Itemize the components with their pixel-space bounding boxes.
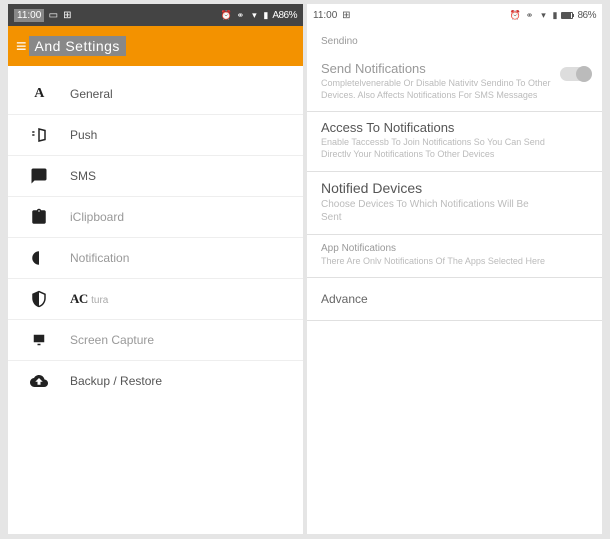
app-indicator-icon: ⊞ [62, 10, 72, 20]
menu-item-ac[interactable]: AC tura [8, 279, 303, 320]
hamburger-icon[interactable]: ≡ [16, 36, 27, 57]
setting-app-notifications[interactable]: App Notifications There Are Onlv Notific… [307, 235, 602, 279]
app-indicator-icon: ⊞ [341, 10, 351, 20]
setting-desc: There Are Onlv Notifications Of The Apps… [321, 256, 551, 268]
status-time: 11:00 [313, 10, 337, 21]
ac-label: AC [70, 291, 88, 306]
toggle-switch[interactable] [560, 67, 590, 81]
letter-a-icon: A [26, 84, 52, 104]
menu-label: General [70, 87, 113, 101]
menu-label: Notification [70, 251, 129, 265]
wifi-icon: ▾ [249, 10, 259, 20]
projector-icon [26, 330, 52, 350]
cloud-upload-icon [26, 371, 52, 391]
clipboard-icon [26, 207, 52, 227]
menu-item-clipboard[interactable]: iClipboard [8, 197, 303, 238]
menu-label: Push [70, 128, 97, 142]
setting-title: Notified Devices [321, 180, 588, 196]
push-icon [26, 125, 52, 145]
status-right-icons: ⏰ ⚭ ▾ ▮ 86% [511, 10, 596, 21]
menu-label: iClipboard [70, 210, 124, 224]
setting-desc: Choose Devices To Which Notifications Wi… [321, 198, 551, 224]
setting-desc: Completelvenerable Or Disable Nativitv S… [321, 78, 551, 101]
menu-item-notification[interactable]: Notification [8, 238, 303, 279]
menu-item-backup[interactable]: Backup / Restore [8, 361, 303, 401]
menu-item-screen-capture[interactable]: Screen Capture [8, 320, 303, 361]
shield-icon [26, 289, 52, 309]
setting-send-notifications[interactable]: Send Notifications Completelvenerable Or… [307, 53, 602, 112]
setting-title: Send Notifications [321, 61, 588, 76]
half-circle-icon [26, 248, 52, 268]
setting-advance[interactable]: Advance [307, 278, 602, 321]
menu-label: SMS [70, 169, 96, 183]
setting-title: App Notifications [321, 243, 588, 254]
battery-percent: A86% [272, 10, 297, 21]
toggle-knob [576, 66, 592, 82]
app-indicator-icon: ▭ [48, 10, 58, 20]
sms-icon [26, 166, 52, 186]
alarm-icon: ⏰ [221, 10, 231, 20]
phone-right: 11:00 ⊞ ⏰ ⚭ ▾ ▮ 86% Sendino Send Notific… [307, 4, 602, 534]
battery-percent: 86% [577, 10, 596, 21]
wifi-icon: ▾ [539, 10, 549, 20]
menu-item-general[interactable]: A General [8, 74, 303, 115]
header-bar: ≡ And Settings [8, 26, 303, 66]
menu-label: AC tura [70, 291, 108, 307]
setting-desc: Enable Taccessb To Join Notifications So… [321, 137, 551, 160]
status-bar-left: 11:00 ▭ ⊞ ⏰ ⚭ ▾ ▮ A86% [8, 4, 303, 26]
signal-icon: ▮ [553, 10, 558, 21]
menu-label: Backup / Restore [70, 374, 162, 388]
setting-access-notifications[interactable]: Access To Notifications Enable Taccessb … [307, 112, 602, 171]
menu-item-sms[interactable]: SMS [8, 156, 303, 197]
status-time: 11:00 [14, 9, 44, 22]
menu-label: Screen Capture [70, 333, 154, 347]
status-left-icons: ⊞ [341, 10, 351, 20]
link-icon: ⚭ [525, 10, 535, 20]
header-title: And Settings [29, 36, 126, 56]
settings-menu: A General Push SMS [8, 66, 303, 401]
menu-item-push[interactable]: Push [8, 115, 303, 156]
signal-icon: ▮ [263, 10, 268, 21]
setting-title: Access To Notifications [321, 120, 588, 135]
link-icon: ⚭ [235, 10, 245, 20]
status-left-icons: ▭ ⊞ [48, 10, 72, 20]
phone-left: 11:00 ▭ ⊞ ⏰ ⚭ ▾ ▮ A86% ≡ And Settings A … [8, 4, 303, 534]
battery-icon [561, 12, 573, 19]
alarm-icon: ⏰ [511, 10, 521, 20]
status-bar-right: 11:00 ⊞ ⏰ ⚭ ▾ ▮ 86% [307, 4, 602, 26]
setting-notified-devices[interactable]: Notified Devices Choose Devices To Which… [307, 172, 602, 235]
section-label: Sendino [307, 26, 602, 53]
status-right-icons: ⏰ ⚭ ▾ ▮ A86% [221, 10, 297, 21]
